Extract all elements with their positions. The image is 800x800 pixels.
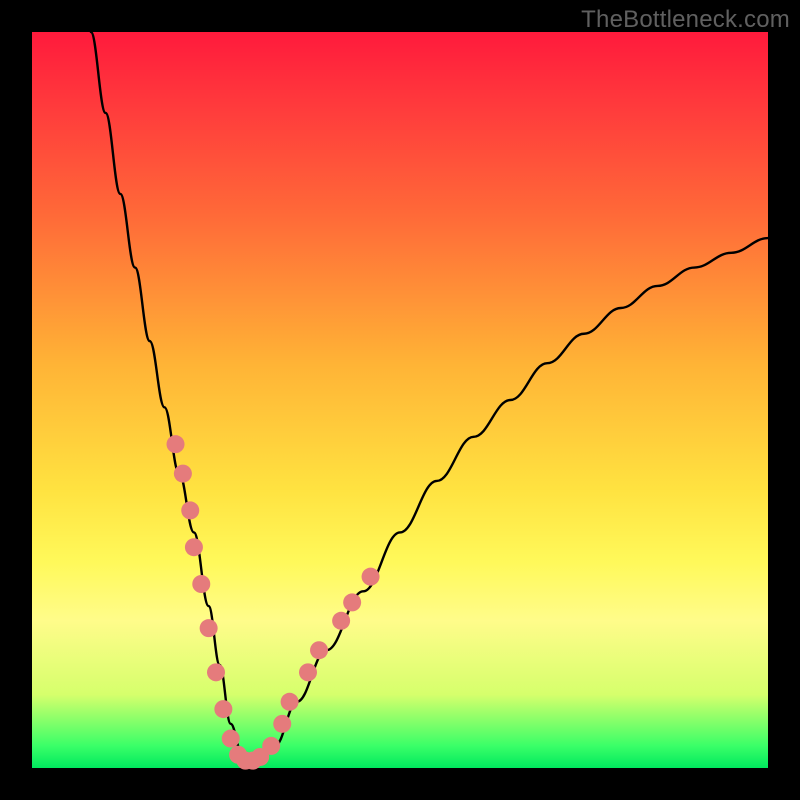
marker-dot [362,568,380,586]
marker-dot [332,612,350,630]
chart-frame: TheBottleneck.com [0,0,800,800]
marker-dot [192,575,210,593]
marker-dot [207,663,225,681]
marker-dot [181,501,199,519]
chart-svg [32,32,768,768]
marker-dot [214,700,232,718]
marker-dot [222,730,240,748]
curve-line [91,32,768,768]
marker-dot [262,737,280,755]
marker-dot [310,641,328,659]
marker-dot [167,435,185,453]
marker-dot [273,715,291,733]
marker-dot [174,465,192,483]
marker-dot [200,619,218,637]
marker-dot [281,693,299,711]
watermark-text: TheBottleneck.com [581,6,790,34]
curve-markers [167,435,380,769]
marker-dot [343,593,361,611]
marker-dot [185,538,203,556]
marker-dot [299,663,317,681]
